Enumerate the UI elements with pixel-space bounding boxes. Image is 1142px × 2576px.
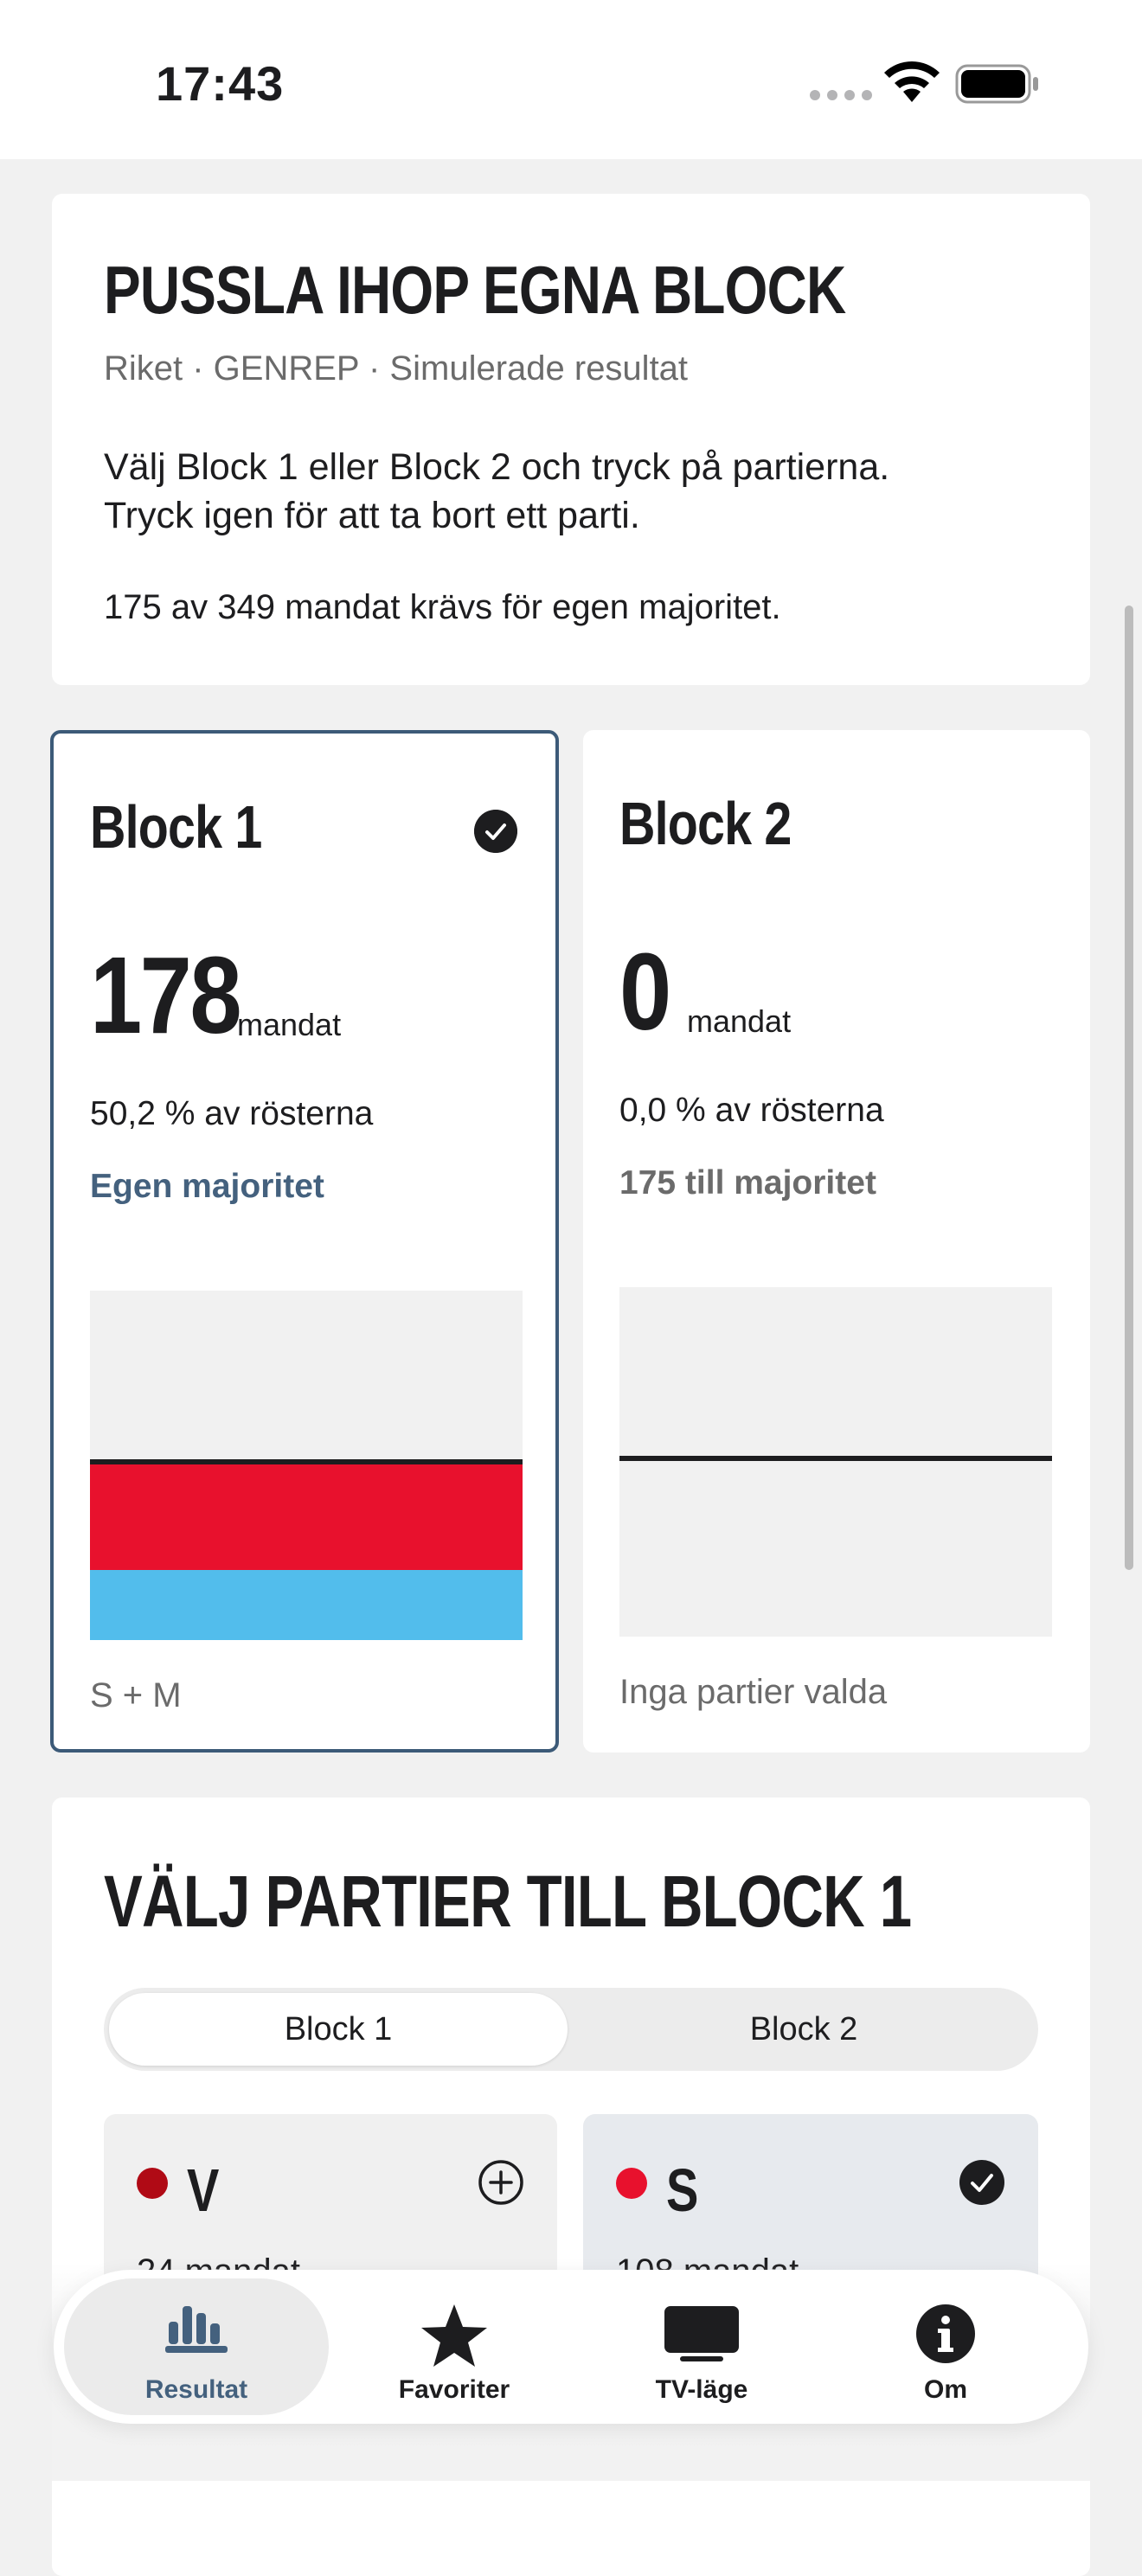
tab-bar: Resultat Favoriter TV-läge Om — [54, 2270, 1088, 2424]
party-abbr: S — [666, 2156, 699, 2224]
tab-tv-lage[interactable]: TV-läge — [569, 2278, 834, 2415]
party-abbr: V — [187, 2156, 220, 2224]
majority-note: 175 av 349 mandat krävs för egen majorit… — [104, 588, 781, 626]
block-title: Block 2 — [619, 790, 792, 857]
seat-unit: mandat — [237, 1007, 342, 1042]
checkmark-icon[interactable] — [959, 2159, 1005, 2206]
vote-share: 0,0 % av rösterna — [619, 1092, 884, 1129]
scroll-indicator[interactable] — [1125, 606, 1133, 1570]
tab-resultat[interactable]: Resultat — [64, 2278, 329, 2415]
party-color-dot — [137, 2168, 168, 2199]
block-title: Block 1 — [90, 793, 262, 861]
tab-label: Resultat — [144, 2375, 248, 2404]
bar-chart-icon — [165, 2306, 228, 2353]
majority-line — [619, 1456, 1052, 1462]
battery-icon — [955, 64, 1038, 104]
seat-count: 178 — [90, 934, 242, 1056]
checkmark-icon — [474, 810, 517, 853]
tab-om[interactable]: Om — [813, 2278, 1078, 2415]
vote-share: 50,2 % av rösterna — [90, 1095, 374, 1132]
status-bar: 17:43 — [0, 0, 1142, 159]
page-subtitle: Riket · GENREP · Simulerade resultat — [104, 349, 689, 388]
star-icon — [421, 2304, 487, 2367]
cellular-signal-icon — [810, 90, 872, 100]
segment-block-1[interactable]: Block 1 — [109, 1993, 568, 2066]
info-icon — [916, 2304, 975, 2363]
block-1-card[interactable]: Block 1 178 mandat 50,2 % av rösterna Eg… — [50, 730, 559, 1753]
instruction-line-2: Tryck igen för att ta bort ett parti. — [104, 495, 640, 536]
tab-label: Favoriter — [398, 2375, 510, 2404]
selected-parties-label: S + M — [90, 1676, 182, 1714]
seat-chart — [90, 1291, 523, 1640]
segment-block-2[interactable]: Block 2 — [574, 1993, 1033, 2066]
party-color-dot — [616, 2168, 647, 2199]
selected-parties-label: Inga partier valda — [619, 1673, 888, 1711]
add-circle-icon[interactable] — [478, 2159, 524, 2206]
seat-count: 0 — [619, 931, 671, 1053]
tv-icon — [664, 2306, 739, 2361]
block-2-card[interactable]: Block 2 0 mandat 0,0 % av rösterna 175 t… — [583, 730, 1090, 1753]
seat-chart — [619, 1287, 1052, 1637]
tab-label: Om — [923, 2375, 967, 2404]
instructions: Välj Block 1 eller Block 2 och tryck på … — [104, 443, 1038, 540]
wifi-icon — [884, 61, 940, 102]
seat-unit: mandat — [687, 1003, 792, 1039]
seat-segment-m — [90, 1569, 523, 1640]
status-time: 17:43 — [156, 56, 285, 111]
page-title: PUSSLA IHOP EGNA BLOCK — [104, 252, 846, 328]
majority-line — [90, 1459, 523, 1465]
tab-label: TV-läge — [655, 2375, 748, 2404]
block-segmented-control: Block 1 Block 2 — [104, 1988, 1038, 2071]
majority-status: 175 till majoritet — [619, 1164, 876, 1201]
instruction-line-1: Välj Block 1 eller Block 2 och tryck på … — [104, 446, 890, 488]
selection-title: VÄLJ PARTIER TILL BLOCK 1 — [104, 1861, 912, 1942]
majority-status: Egen majoritet — [90, 1168, 324, 1205]
seat-segment-s — [90, 1461, 523, 1570]
tab-favoriter[interactable]: Favoriter — [322, 2278, 587, 2415]
